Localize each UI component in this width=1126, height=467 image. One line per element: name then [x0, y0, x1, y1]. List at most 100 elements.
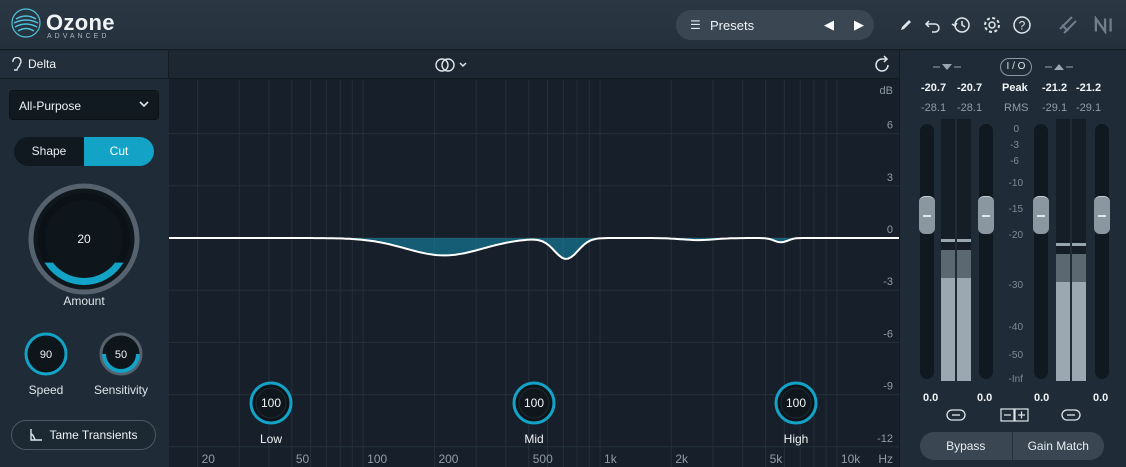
rms-label: RMS	[1004, 102, 1029, 114]
scale-30: -30	[1008, 280, 1023, 291]
band-value: 100	[261, 396, 281, 410]
scale-3: -3	[1010, 140, 1019, 151]
output-gain-slider-left[interactable]	[1033, 196, 1049, 234]
delta-row: Delta	[0, 51, 169, 79]
output-link-icon[interactable]	[1061, 409, 1081, 421]
input-gain-value-left: 0.0	[923, 392, 939, 404]
band-label: High	[784, 432, 809, 446]
freq-tick-label: 20	[202, 452, 216, 466]
delta-label: Delta	[28, 57, 57, 71]
amount-value: 20	[77, 232, 91, 246]
output-gain-track-left	[1034, 124, 1048, 379]
shape-cut-toggle[interactable]: Shape Cut	[14, 137, 154, 166]
output-meter-left	[1056, 119, 1070, 381]
band-value: 100	[524, 396, 544, 410]
freq-tick-label: 1k	[604, 452, 618, 466]
db-tick-label: 0	[887, 224, 893, 236]
output-gain-value-left: 0.0	[1034, 392, 1050, 404]
db-tick-label: 3	[887, 172, 893, 184]
bypass-gainmatch-bar: Bypass Gain Match	[920, 432, 1104, 460]
app-edition: ADVANCED	[47, 33, 110, 40]
input-peak-right: -20.7	[957, 82, 983, 94]
scale-inf: -Inf	[1008, 374, 1023, 385]
freq-tick-label: 50	[296, 452, 310, 466]
next-preset-icon[interactable]: ▶	[844, 17, 874, 33]
undo-icon[interactable]	[921, 13, 945, 37]
input-gain-value-right: 0.0	[977, 392, 993, 404]
stereo-link-icon	[435, 58, 455, 72]
output-gain-slider-right[interactable]	[1094, 196, 1110, 234]
speed-knob[interactable]: 90	[24, 332, 68, 376]
meters-panel: I / O -20.7 -20.7 Peak -21.2 -21.2 -28.1…	[899, 51, 1126, 467]
input-gain-track-left	[920, 124, 934, 379]
band-label: Mid	[524, 432, 543, 446]
scale-20: -20	[1008, 230, 1023, 241]
history-icon[interactable]	[949, 13, 973, 37]
shape-button[interactable]: Shape	[14, 137, 84, 166]
scale-0: 0	[1013, 124, 1019, 135]
input-gain-slider-left[interactable]	[919, 196, 935, 234]
freq-tick-label: 2k	[675, 452, 689, 466]
output-meter-right	[1072, 119, 1086, 381]
ozone-logo-icon	[11, 8, 41, 38]
freq-tick-label: 500	[533, 452, 553, 466]
tame-transients-button[interactable]: Tame Transients	[11, 420, 156, 450]
band-label: Low	[260, 432, 282, 446]
output-triangle-icon	[1045, 64, 1073, 70]
io-link-button[interactable]: I / O	[1000, 58, 1032, 76]
output-gain-value-right: 0.0	[1093, 392, 1109, 404]
presets-label: Presets	[710, 17, 755, 33]
db-tick-label: -3	[883, 276, 893, 288]
svg-text:?: ?	[1019, 19, 1026, 33]
eq-graph[interactable]: dB 6 3 0 -3 -6 -9 -12 20 50 100 200 500 1k 2k 5k 10k Hz 10…	[169, 51, 899, 467]
input-meter-right	[957, 119, 971, 381]
db-tick-label: 6	[887, 120, 893, 132]
mode-dropdown[interactable]: All-Purpose	[9, 90, 159, 120]
stereo-mode-button[interactable]	[434, 57, 468, 73]
output-gain-track-right	[1095, 124, 1109, 379]
ni-logo-icon	[1094, 13, 1118, 37]
gain-match-button[interactable]: Gain Match	[1013, 432, 1105, 460]
freq-tick-label: 200	[438, 452, 458, 466]
scale-6: -6	[1010, 156, 1019, 167]
output-rms-left: -29.1	[1042, 102, 1068, 114]
band-value: 100	[786, 396, 806, 410]
hz-axis-label: Hz	[878, 452, 893, 466]
mode-value: All-Purpose	[19, 99, 82, 113]
graph-toolbar	[169, 51, 899, 79]
top-bar: Ozone ADVANCED ☰ Presets ◀ ▶ ?	[0, 0, 1126, 50]
freq-tick-label: 100	[367, 452, 387, 466]
sensitivity-value: 50	[115, 349, 127, 361]
pencil-icon[interactable]	[894, 13, 918, 37]
speed-label: Speed	[28, 383, 64, 397]
input-gain-slider-right[interactable]	[978, 196, 994, 234]
input-link-icon[interactable]	[946, 409, 966, 421]
scale-50: -50	[1008, 350, 1023, 361]
freq-tick-label: 5k	[770, 452, 784, 466]
link-icon[interactable]	[1056, 13, 1080, 37]
bypass-button[interactable]: Bypass	[920, 432, 1013, 460]
speed-value: 90	[40, 349, 52, 361]
scale-15: -15	[1008, 204, 1023, 215]
peak-label: Peak	[1002, 82, 1028, 94]
cut-button[interactable]: Cut	[84, 137, 154, 166]
help-icon[interactable]: ?	[1010, 13, 1034, 37]
offset-stepper-icon[interactable]	[1000, 408, 1030, 422]
presets-bar[interactable]: ☰ Presets ◀ ▶	[676, 10, 874, 40]
list-icon: ☰	[690, 18, 701, 32]
eq-plot[interactable]: dB 6 3 0 -3 -6 -9 -12 20 50 100 200 500 1k 2k 5k 10k Hz 10…	[169, 80, 899, 467]
ozone-logo: Ozone ADVANCED	[10, 7, 200, 43]
input-peak-left: -20.7	[921, 82, 947, 94]
db-axis-label: dB	[880, 85, 893, 97]
amount-knob[interactable]: 20	[28, 183, 140, 295]
previous-preset-icon[interactable]: ◀	[814, 17, 844, 33]
gear-icon[interactable]	[980, 13, 1004, 37]
delta-button[interactable]: Delta	[10, 57, 56, 71]
sensitivity-knob[interactable]: 50	[99, 332, 143, 376]
tame-transients-label: Tame Transients	[49, 428, 138, 442]
reset-icon[interactable]	[872, 55, 892, 75]
db-tick-label: -9	[883, 381, 893, 393]
scale-10: -10	[1008, 178, 1023, 189]
input-gain-track-right	[979, 124, 993, 379]
amount-label: Amount	[63, 294, 105, 308]
